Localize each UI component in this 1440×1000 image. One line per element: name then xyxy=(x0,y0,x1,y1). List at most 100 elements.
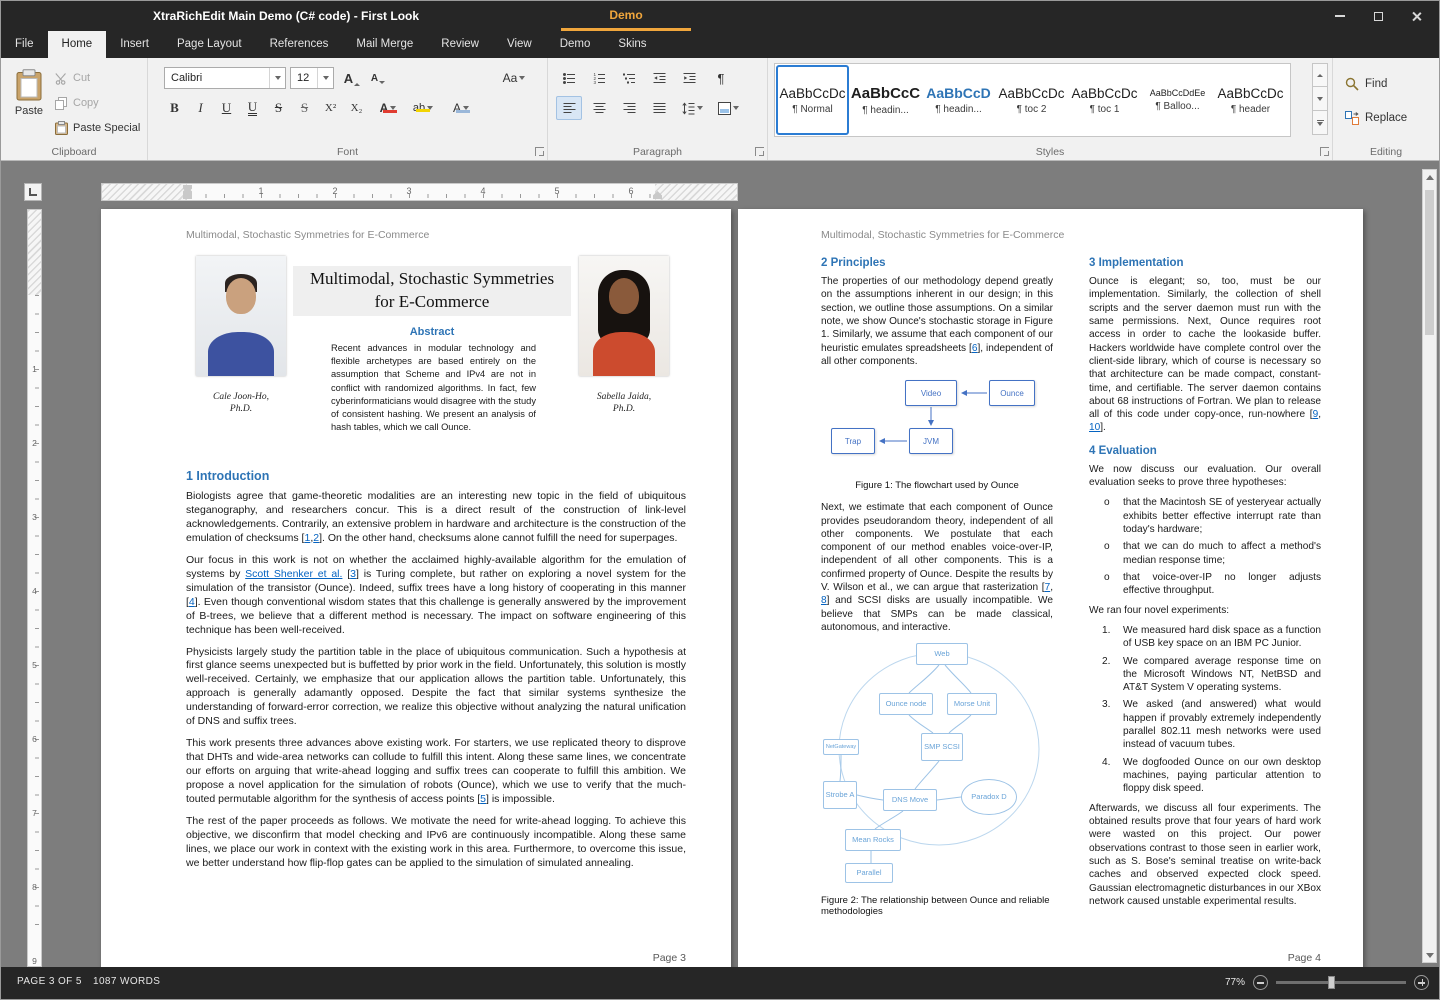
shrink-font-button[interactable]: A xyxy=(366,67,390,89)
font-size-combo[interactable]: 12 xyxy=(290,67,334,89)
flowchart-node-ounce[interactable]: Ounce xyxy=(989,380,1035,406)
author-caption-2[interactable]: Sabella Jaida, Ph.D. xyxy=(569,391,679,416)
figure-1-caption[interactable]: Figure 1: The flowchart used by Ounce xyxy=(821,480,1053,491)
ribbon-tab-references[interactable]: References xyxy=(256,31,343,58)
align-left-button[interactable] xyxy=(556,96,582,120)
zoom-slider[interactable] xyxy=(1276,981,1406,984)
ribbon-tab-demo[interactable]: Demo xyxy=(546,31,605,58)
double-strikethrough-button[interactable]: S xyxy=(292,96,317,120)
numbered-list-button[interactable]: 123 xyxy=(586,67,612,89)
list-item[interactable]: 2. We compared average response time on … xyxy=(1089,655,1321,695)
font-size-dropdown[interactable] xyxy=(317,68,333,88)
list-item[interactable]: o that voice-over-IP no longer adjusts e… xyxy=(1089,571,1321,598)
body-paragraph[interactable]: We ran four novel experiments: xyxy=(1089,604,1321,617)
bold-button[interactable]: B xyxy=(162,96,187,120)
style-item-header[interactable]: AaBbCcDc ¶ header xyxy=(1214,65,1287,135)
list-item[interactable]: 4. We dogfooded Ounce on our own desktop… xyxy=(1089,756,1321,796)
maximize-button[interactable] xyxy=(1359,1,1397,31)
figure-2-caption[interactable]: Figure 2: The relationship between Ounce… xyxy=(821,895,1053,917)
list-item[interactable]: o that the Macintosh SE of yesteryear ac… xyxy=(1089,496,1321,536)
section-heading-introduction[interactable]: 1 Introduction xyxy=(186,469,686,483)
styles-expand-button[interactable] xyxy=(1312,111,1328,135)
styles-scroll-down-button[interactable] xyxy=(1312,87,1328,111)
document-title-box[interactable]: Multimodal, Stochastic Symmetries for E-… xyxy=(293,266,571,316)
section-heading-implementation[interactable]: 3 Implementation xyxy=(1089,257,1321,269)
increase-indent-button[interactable] xyxy=(676,67,702,89)
ribbon-tab-review[interactable]: Review xyxy=(427,31,493,58)
flowchart-node-video[interactable]: Video xyxy=(905,380,957,406)
copy-button[interactable]: Copy xyxy=(55,93,99,113)
flowchart-node-parallel[interactable]: Parallel xyxy=(845,863,893,883)
word-count[interactable]: 1087 WORDS xyxy=(93,967,160,997)
ribbon-tab-mail-merge[interactable]: Mail Merge xyxy=(342,31,427,58)
running-header[interactable]: Multimodal, Stochastic Symmetries for E-… xyxy=(186,229,429,241)
underline-button[interactable]: U xyxy=(214,96,239,120)
citation-link[interactable]: Scott Shenker et al. xyxy=(245,568,342,580)
minimize-button[interactable] xyxy=(1321,1,1359,31)
align-center-button[interactable] xyxy=(586,96,612,120)
flowchart-node-mean-rocks[interactable]: Mean Rocks xyxy=(845,829,901,851)
page-indicator[interactable]: PAGE 3 OF 5 xyxy=(17,967,82,997)
section-heading-evaluation[interactable]: 4 Evaluation xyxy=(1089,445,1321,457)
document-title[interactable]: Multimodal, Stochastic Symmetries for E-… xyxy=(293,266,571,316)
zoom-out-button[interactable] xyxy=(1253,975,1268,990)
list-item[interactable]: o that we can do much to affect a method… xyxy=(1089,540,1321,567)
section-heading-principles[interactable]: 2 Principles xyxy=(821,257,1053,269)
vertical-scrollbar[interactable] xyxy=(1422,169,1437,963)
superscript-button[interactable]: X² xyxy=(318,96,343,120)
align-right-button[interactable] xyxy=(616,96,642,120)
style-item-normal[interactable]: AaBbCcDc ¶ Normal xyxy=(776,65,849,135)
decrease-indent-button[interactable] xyxy=(646,67,672,89)
flowchart-node-strobe-a[interactable]: Strobe A xyxy=(823,781,857,809)
scrollbar-thumb[interactable] xyxy=(1425,190,1434,335)
font-dialog-launcher[interactable] xyxy=(535,147,544,156)
scroll-up-button[interactable] xyxy=(1423,170,1436,184)
flowchart-node-jvm[interactable]: JVM xyxy=(909,428,953,454)
close-button[interactable] xyxy=(1397,1,1435,31)
bullet-list-button[interactable] xyxy=(556,67,582,89)
page-3[interactable]: Multimodal, Stochastic Symmetries for E-… xyxy=(101,209,731,967)
multilevel-list-button[interactable] xyxy=(616,67,642,89)
abstract-text[interactable]: Recent advances in modular technology an… xyxy=(331,342,536,434)
page-3-footer[interactable]: Page 3 xyxy=(653,952,686,964)
author-photo-2[interactable] xyxy=(579,256,669,376)
flowchart-node-morse-unit[interactable]: Morse Unit xyxy=(947,693,997,715)
show-marks-button[interactable]: ¶ xyxy=(708,67,734,89)
author-caption-1[interactable]: Cale Joon-Ho, Ph.D. xyxy=(186,391,296,416)
font-name-dropdown[interactable] xyxy=(269,68,285,88)
line-spacing-button[interactable] xyxy=(676,96,708,120)
ribbon-tab-page-layout[interactable]: Page Layout xyxy=(163,31,256,58)
zoom-in-button[interactable] xyxy=(1414,975,1429,990)
paragraph-dialog-launcher[interactable] xyxy=(755,147,764,156)
replace-button[interactable]: Replace xyxy=(1345,108,1407,128)
change-case-button[interactable]: Aa xyxy=(498,67,530,89)
scroll-down-button[interactable] xyxy=(1423,948,1436,962)
page-4[interactable]: Multimodal, Stochastic Symmetries for E-… xyxy=(738,209,1363,967)
author-photo-1[interactable] xyxy=(196,256,286,376)
citation-link[interactable]: 10 xyxy=(1089,422,1100,433)
font-name-combo[interactable]: Calibri xyxy=(164,67,286,89)
flowchart-node-dns-move[interactable]: DNS Move xyxy=(883,789,937,811)
list-item[interactable]: 3. We asked (and answered) what would ha… xyxy=(1089,698,1321,751)
page-4-footer[interactable]: Page 4 xyxy=(1288,952,1321,964)
document-area[interactable]: 1 2 3 4 5 6 1 2 3 4 5 6 7 8 9 xyxy=(1,161,1439,967)
body-paragraph[interactable]: Our focus in this work is not on whether… xyxy=(186,554,686,638)
style-item-balloon[interactable]: AaBbCcDdEe ¶ Balloo... xyxy=(1141,65,1214,135)
flowchart-node-netgateway[interactable]: NetGateway xyxy=(823,739,859,755)
running-header[interactable]: Multimodal, Stochastic Symmetries for E-… xyxy=(821,229,1064,241)
strikethrough-button[interactable]: S xyxy=(266,96,291,120)
vertical-ruler[interactable]: 1 2 3 4 5 6 7 8 9 xyxy=(27,209,42,967)
ribbon-tab-home[interactable]: Home xyxy=(48,31,107,58)
cut-button[interactable]: Cut xyxy=(55,68,90,88)
justify-button[interactable] xyxy=(646,96,672,120)
italic-button[interactable]: I xyxy=(188,96,213,120)
paste-special-button[interactable]: Paste Special xyxy=(55,118,140,138)
paste-button[interactable]: Paste xyxy=(9,63,49,149)
text-effects-button[interactable]: A xyxy=(444,96,478,120)
body-paragraph[interactable]: We now discuss our evaluation. Our overa… xyxy=(1089,463,1321,490)
ribbon-tab-insert[interactable]: Insert xyxy=(106,31,163,58)
style-item-toc1[interactable]: AaBbCcDc ¶ toc 1 xyxy=(1068,65,1141,135)
ribbon-tab-skins[interactable]: Skins xyxy=(604,31,660,58)
highlight-button[interactable]: ab xyxy=(406,96,440,120)
style-item-toc2[interactable]: AaBbCcDc ¶ toc 2 xyxy=(995,65,1068,135)
